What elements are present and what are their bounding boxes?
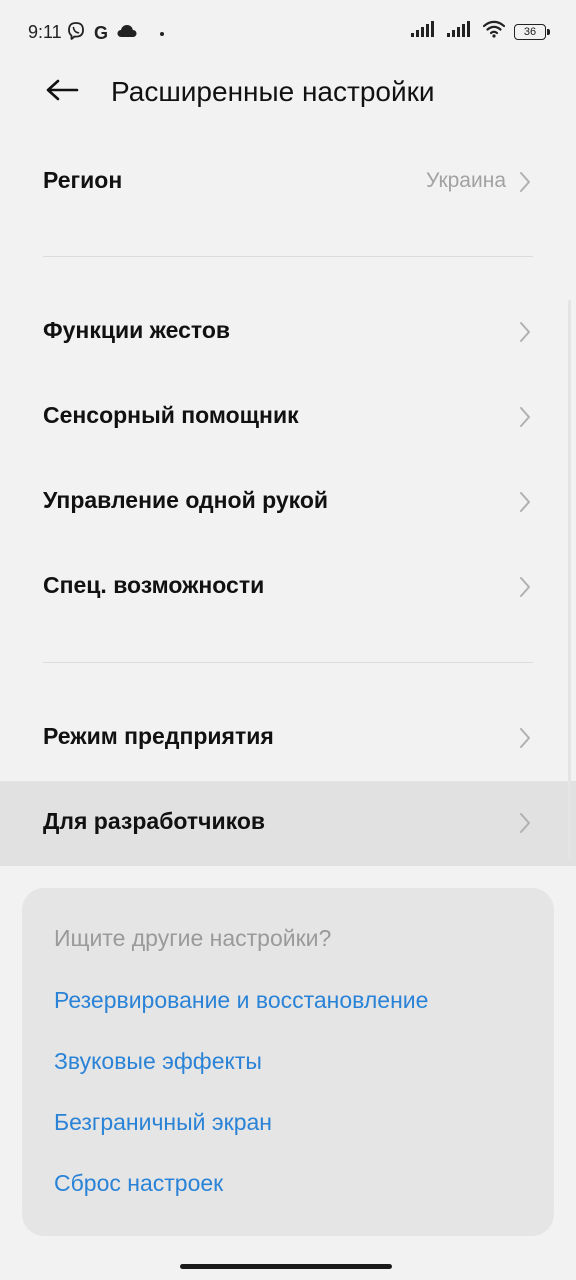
viber-icon — [66, 21, 86, 46]
developer-options-label: Для разработчиков — [43, 808, 266, 834]
chevron-right-icon — [518, 726, 532, 750]
chevron-right-icon — [518, 575, 532, 599]
sound-effects-link[interactable]: Звуковые эффекты — [54, 1048, 262, 1075]
region-row[interactable]: Регион Украина — [0, 140, 576, 225]
chevron-right-icon — [518, 405, 532, 429]
enterprise-mode-label: Режим предприятия — [43, 723, 274, 749]
suggestions-card: Ищите другие настройки? Резервирование и… — [22, 888, 554, 1236]
region-label: Регион — [43, 167, 123, 193]
backup-restore-link[interactable]: Резервирование и восстановление — [54, 987, 428, 1014]
more-notifications-icon — [160, 31, 165, 36]
back-arrow-icon — [45, 78, 79, 107]
gestures-label: Функции жестов — [43, 317, 231, 343]
developer-options-row[interactable]: Для разработчиков — [0, 781, 576, 866]
enterprise-mode-row[interactable]: Режим предприятия — [0, 696, 576, 781]
scrollbar[interactable] — [568, 300, 571, 860]
suggestions-heading: Ищите другие настройки? — [54, 925, 332, 951]
chevron-right-icon — [518, 170, 532, 194]
divider — [43, 256, 533, 257]
header: Расширенные настройки — [0, 60, 576, 124]
accessibility-row[interactable]: Спец. возможности — [0, 545, 576, 630]
one-hand-mode-row[interactable]: Управление одной рукой — [0, 460, 576, 545]
signal-icon — [410, 20, 438, 43]
google-icon: G — [94, 23, 109, 43]
divider — [43, 662, 533, 663]
borderless-screen-link[interactable]: Безграничный экран — [54, 1109, 272, 1136]
system-icons: 36 — [410, 20, 550, 43]
cloud-icon — [116, 23, 138, 44]
battery-icon: 36 — [514, 23, 550, 40]
notification-icons: G — [66, 21, 165, 46]
back-button[interactable] — [40, 74, 84, 110]
chevron-right-icon — [518, 490, 532, 514]
one-hand-mode-label: Управление одной рукой — [43, 487, 329, 513]
page-title: Расширенные настройки — [111, 76, 435, 107]
wifi-icon — [482, 20, 506, 43]
chevron-right-icon — [518, 811, 532, 835]
signal-icon-2 — [446, 20, 474, 43]
status-bar: 9:11 G 36 — [0, 0, 576, 64]
reset-settings-link[interactable]: Сброс настроек — [54, 1170, 223, 1197]
status-time: 9:11 — [28, 22, 62, 42]
accessibility-label: Спец. возможности — [43, 572, 265, 598]
touch-assistant-label: Сенсорный помощник — [43, 402, 299, 428]
gestures-row[interactable]: Функции жестов — [0, 290, 576, 375]
region-value: Украина — [426, 169, 506, 192]
home-indicator[interactable] — [180, 1264, 392, 1269]
touch-assistant-row[interactable]: Сенсорный помощник — [0, 375, 576, 460]
chevron-right-icon — [518, 320, 532, 344]
